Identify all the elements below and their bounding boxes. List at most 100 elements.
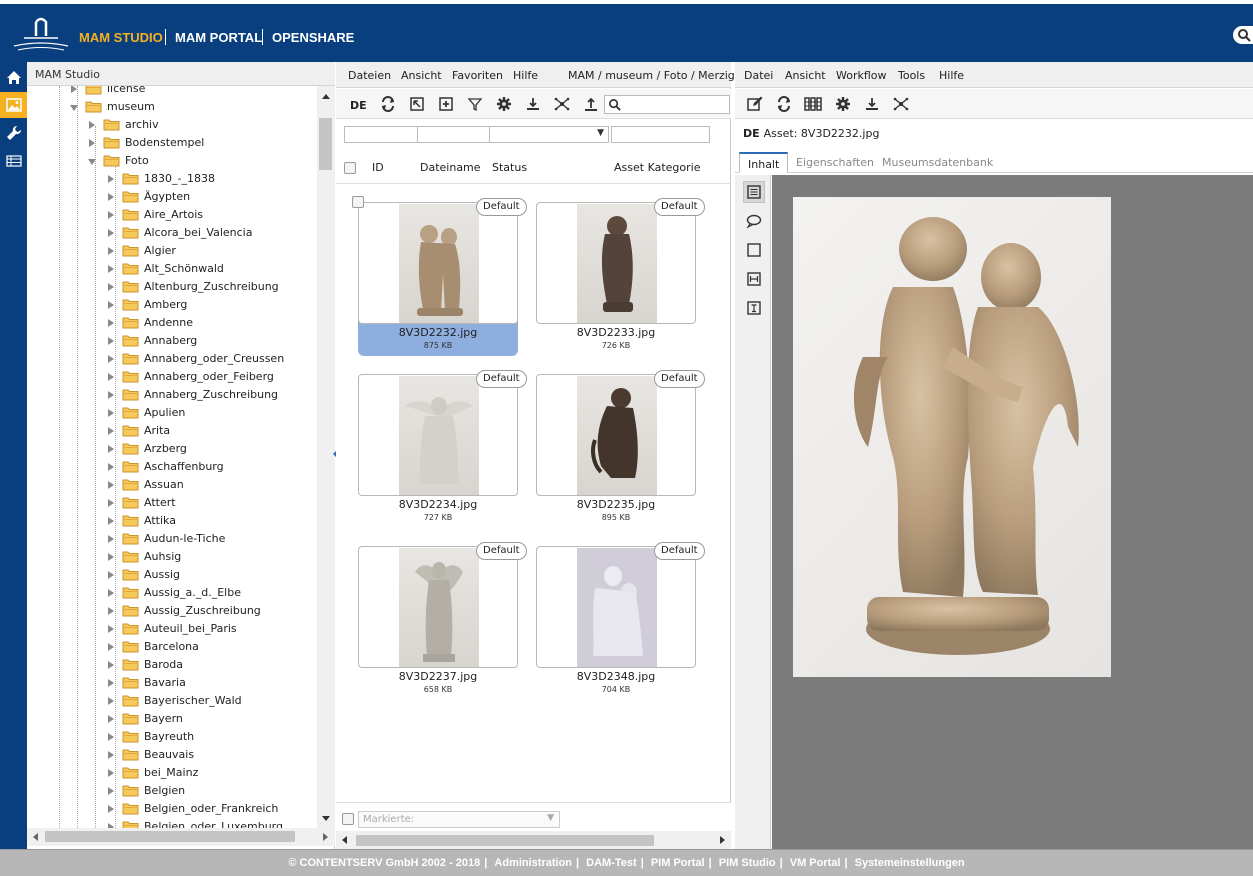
thumbnail-frame[interactable]	[358, 202, 518, 324]
expand-closed-icon[interactable]	[108, 463, 114, 471]
download-icon[interactable]	[863, 95, 881, 113]
refresh-icon[interactable]	[775, 95, 793, 113]
expand-open-icon[interactable]	[70, 105, 78, 111]
expand-closed-icon[interactable]	[108, 679, 114, 687]
asset-tile[interactable]: Default 8V3D2233.jpg 726 KB	[536, 198, 705, 356]
expand-closed-icon[interactable]	[108, 697, 114, 705]
expand-closed-icon[interactable]	[108, 769, 114, 777]
expand-closed-icon[interactable]	[108, 427, 114, 435]
rectangle-icon[interactable]	[743, 239, 765, 261]
filter-status-select[interactable]: ▼	[489, 126, 609, 143]
global-search-button[interactable]	[1233, 26, 1253, 44]
tab-eigenschaften[interactable]: Eigenschaften	[788, 152, 882, 173]
expand-closed-icon[interactable]	[108, 499, 114, 507]
expand-closed-icon[interactable]	[108, 517, 114, 525]
col-asset-kategorie[interactable]: Asset Kategorie	[614, 161, 700, 174]
col-status[interactable]: Status	[492, 161, 527, 174]
menu-ansicht[interactable]: Ansicht	[401, 69, 442, 82]
expand-closed-icon[interactable]	[108, 283, 114, 291]
scroll-left-icon[interactable]	[342, 836, 347, 844]
expand-closed-icon[interactable]	[108, 319, 114, 327]
settings-icon[interactable]	[495, 95, 513, 113]
asset-tile[interactable]: Default 8V3D2237.jpg 658 KB	[358, 542, 527, 700]
rail-tools[interactable]	[0, 120, 27, 146]
expand-closed-icon[interactable]	[108, 535, 114, 543]
scroll-right-icon[interactable]	[323, 833, 328, 841]
scroll-left-icon[interactable]	[33, 833, 38, 841]
expand-closed-icon[interactable]	[108, 175, 114, 183]
comment-icon[interactable]	[743, 210, 765, 232]
settings-icon[interactable]	[834, 95, 852, 113]
expand-closed-icon[interactable]	[108, 805, 114, 813]
width-icon[interactable]	[743, 268, 765, 290]
rail-media[interactable]	[0, 92, 27, 118]
upload-to-icon[interactable]	[524, 95, 542, 113]
expand-closed-icon[interactable]	[108, 409, 114, 417]
expand-closed-icon[interactable]	[89, 139, 95, 147]
expand-closed-icon[interactable]	[108, 661, 114, 669]
language-selector[interactable]: DE	[350, 99, 367, 112]
marked-actions-select[interactable]: Markierte: ▼	[358, 811, 560, 828]
tile-checkbox[interactable]	[352, 196, 364, 208]
thumbnail-frame[interactable]	[536, 374, 696, 496]
asset-search-input[interactable]	[604, 95, 730, 114]
footer-link-pim-portal[interactable]: PIM Portal	[647, 857, 709, 869]
share-icon[interactable]	[892, 95, 910, 113]
expand-closed-icon[interactable]	[89, 121, 95, 129]
rail-tables[interactable]	[0, 148, 27, 174]
filter-icon[interactable]	[466, 95, 484, 113]
text-icon[interactable]	[743, 297, 765, 319]
expand-closed-icon[interactable]	[108, 301, 114, 309]
asset-preview-image[interactable]	[793, 197, 1111, 677]
add-icon[interactable]	[437, 95, 455, 113]
nav-mam-portal[interactable]: MAM PORTAL	[175, 30, 262, 45]
scroll-thumb[interactable]	[319, 118, 332, 170]
menu-dateien[interactable]: Dateien	[348, 69, 391, 82]
footer-link-pim-studio[interactable]: PIM Studio	[715, 857, 780, 869]
menu-ansicht[interactable]: Ansicht	[785, 69, 826, 82]
scroll-right-icon[interactable]	[720, 836, 725, 844]
expand-closed-icon[interactable]	[108, 337, 114, 345]
menu-hilfe[interactable]: Hilfe	[513, 69, 538, 82]
columns-icon[interactable]	[804, 95, 822, 113]
select-area-icon[interactable]	[408, 95, 426, 113]
document-icon[interactable]	[743, 181, 765, 203]
expand-closed-icon[interactable]	[108, 193, 114, 201]
menu-favoriten[interactable]: Favoriten	[452, 69, 503, 82]
thumbnail-frame[interactable]	[358, 374, 518, 496]
menu-tools[interactable]: Tools	[898, 69, 925, 82]
col-id[interactable]: ID	[372, 161, 384, 174]
thumbnail-frame[interactable]	[536, 546, 696, 668]
menu-workflow[interactable]: Workflow	[836, 69, 887, 82]
tab-inhalt[interactable]: Inhalt	[739, 152, 789, 173]
expand-closed-icon[interactable]	[108, 643, 114, 651]
expand-closed-icon[interactable]	[108, 553, 114, 561]
menu-datei[interactable]: Datei	[744, 69, 773, 82]
nav-openshare[interactable]: OPENSHARE	[272, 30, 354, 45]
nav-mam-studio[interactable]: MAM STUDIO	[79, 30, 163, 45]
asset-tile[interactable]: Default 8V3D2348.jpg 704 KB	[536, 542, 705, 700]
mark-checkbox[interactable]	[342, 813, 354, 825]
expand-closed-icon[interactable]	[108, 733, 114, 741]
select-all-checkbox[interactable]	[344, 162, 356, 174]
expand-closed-icon[interactable]	[108, 571, 114, 579]
scroll-thumb[interactable]	[356, 835, 654, 846]
breadcrumb[interactable]: MAM / museum / Foto / Merzig /	[568, 69, 742, 82]
expand-closed-icon[interactable]	[108, 751, 114, 759]
filter-id-field[interactable]	[344, 126, 418, 143]
expand-closed-icon[interactable]	[108, 715, 114, 723]
expand-closed-icon[interactable]	[108, 589, 114, 597]
expand-closed-icon[interactable]	[108, 211, 114, 219]
contentserv-logo[interactable]	[10, 14, 72, 54]
refresh-icon[interactable]	[379, 95, 397, 113]
expand-closed-icon[interactable]	[108, 607, 114, 615]
expand-closed-icon[interactable]	[71, 86, 77, 93]
expand-closed-icon[interactable]	[108, 445, 114, 453]
thumbnail-frame[interactable]	[358, 546, 518, 668]
expand-closed-icon[interactable]	[108, 787, 114, 795]
scroll-down-icon[interactable]	[322, 816, 330, 821]
expand-closed-icon[interactable]	[108, 373, 114, 381]
menu-hilfe[interactable]: Hilfe	[939, 69, 964, 82]
expand-closed-icon[interactable]	[108, 355, 114, 363]
scroll-up-icon[interactable]	[322, 94, 330, 99]
